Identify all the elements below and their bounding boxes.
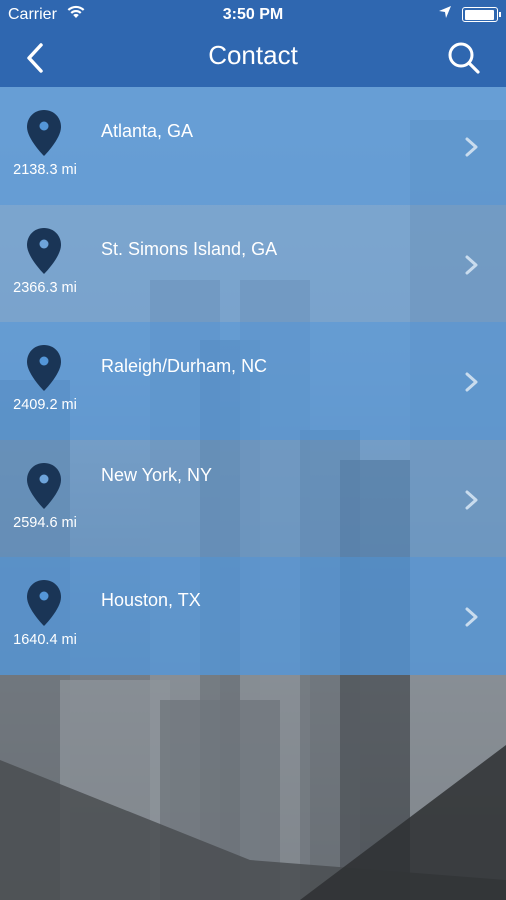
map-pin-icon [27, 462, 61, 509]
list-item-houston[interactable]: 1640.4 mi Houston, TX [0, 557, 506, 675]
chevron-right-icon [465, 137, 478, 157]
chevron-right-icon [465, 372, 478, 392]
map-pin-icon [27, 110, 61, 156]
chevron-right-icon [465, 607, 478, 627]
distance-label: 2138.3 mi [13, 162, 77, 178]
location-name: Houston, TX [101, 590, 201, 610]
location-name: Atlanta, GA [101, 121, 194, 141]
location-list: 2138.3 mi Atlanta, GA 2366.3 mi St. Simo… [0, 87, 506, 675]
list-item-atlanta[interactable]: 2138.3 mi Atlanta, GA [0, 87, 506, 205]
distance-label: 2366.3 mi [13, 279, 77, 296]
location-arrow-icon [438, 5, 452, 24]
list-item-st-simons-island[interactable]: 2366.3 mi St. Simons Island, GA [0, 204, 506, 322]
distance-label: 2409.2 mi [13, 397, 77, 413]
location-name: Raleigh/Durham, NC [101, 356, 268, 376]
location-name: New York, NY [101, 464, 213, 485]
navigation-bar: Carrier 3:50 PM Contact [0, 0, 506, 87]
distance-label: 2594.6 mi [13, 514, 77, 531]
map-pin-icon [27, 580, 61, 626]
search-icon [448, 42, 480, 74]
chevron-right-icon [465, 255, 478, 274]
status-bar: Carrier 3:50 PM [0, 0, 506, 30]
list-item-new-york[interactable]: 2594.6 mi New York, NY [0, 439, 506, 557]
distance-label: 1640.4 mi [13, 632, 77, 648]
map-pin-icon [27, 227, 61, 274]
list-item-raleigh-durham[interactable]: 2409.2 mi Raleigh/Durham, NC [0, 322, 506, 440]
nav-row: Contact [0, 30, 506, 87]
page-title: Contact [208, 40, 298, 70]
search-button[interactable] [446, 40, 482, 76]
location-name: St. Simons Island, GA [101, 238, 278, 259]
status-time: 3:50 PM [222, 6, 284, 23]
battery-icon [462, 7, 501, 22]
map-pin-icon [27, 345, 61, 391]
chevron-right-icon [465, 490, 478, 509]
